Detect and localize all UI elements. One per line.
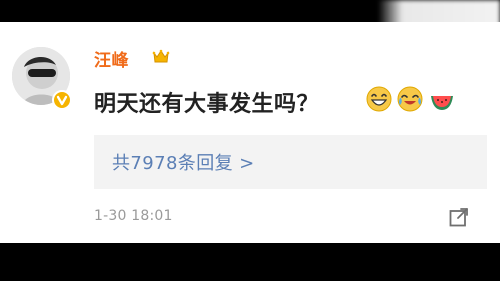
verified-badge <box>52 90 72 110</box>
watermelon-emoji <box>431 96 453 110</box>
comment-text: 明天还有大事发生吗？ <box>94 92 320 117</box>
view-replies-link[interactable]: 共7978条回复 > <box>112 149 255 175</box>
replies-box[interactable]: 共7978条回复 > <box>94 135 487 189</box>
share-icon[interactable] <box>448 206 470 228</box>
laughing-emoji <box>366 86 392 112</box>
verified-v-icon <box>56 95 68 106</box>
crying-laughing-emoji <box>397 86 423 112</box>
crown-icon <box>152 49 170 63</box>
bottom-frame <box>0 243 500 281</box>
username[interactable]: 汪峰 <box>94 46 129 71</box>
timestamp: 1-30 18:01 <box>94 208 173 224</box>
comment-card <box>0 22 500 243</box>
